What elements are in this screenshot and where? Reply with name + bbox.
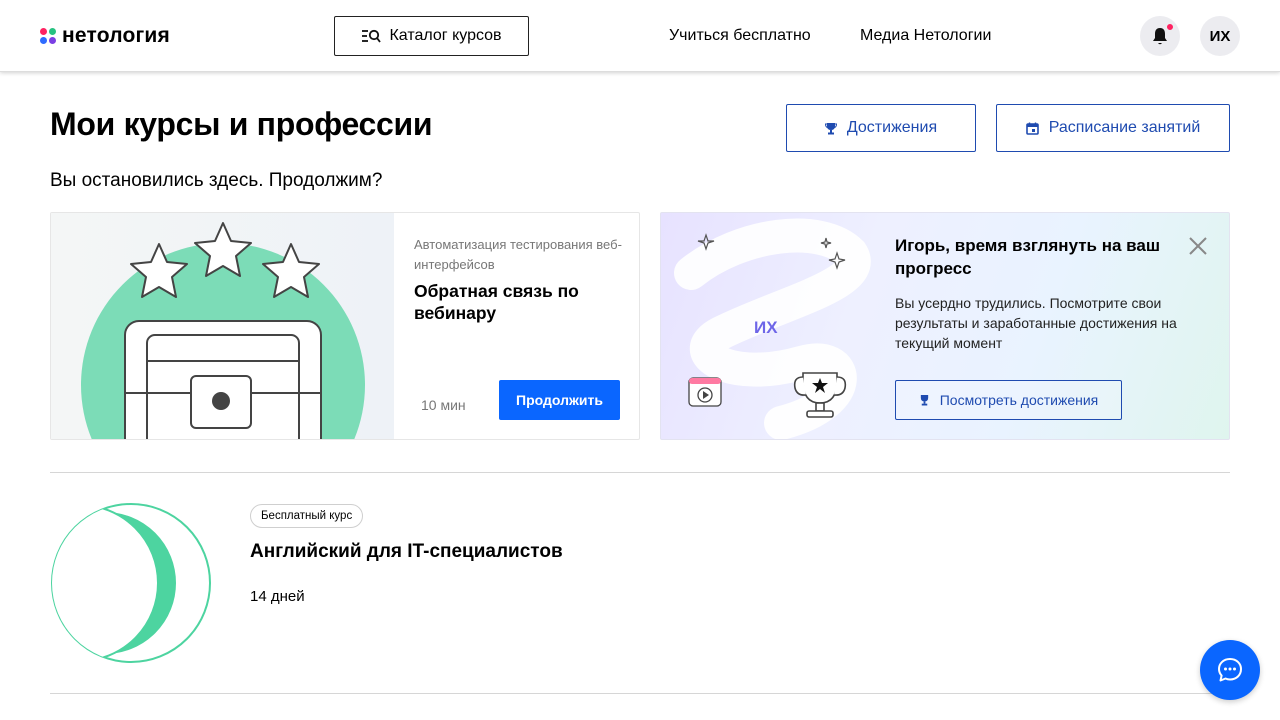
progress-description: Вы усердно трудились. Посмотрите свои ре… xyxy=(895,295,1177,351)
lesson-title: Обратная связь по вебинару xyxy=(414,281,579,323)
divider xyxy=(50,472,1230,473)
catalog-button[interactable]: Каталог курсов xyxy=(334,16,529,56)
user-avatar[interactable]: ИХ xyxy=(1200,16,1240,56)
notification-dot xyxy=(1165,22,1175,32)
logo-text: нетология xyxy=(62,24,170,47)
logo-mark-icon xyxy=(40,28,56,44)
chat-button[interactable] xyxy=(1200,640,1260,700)
treasure-chest-illustration xyxy=(51,213,394,439)
view-achievements-label: Посмотреть достижения xyxy=(939,392,1099,408)
progress-avatar-initials: ИХ xyxy=(754,318,778,337)
lesson-duration: 10 мин xyxy=(421,397,466,413)
continue-button[interactable]: Продолжить xyxy=(499,380,620,420)
progress-card: ИХ Игорь, время взглянуть на ваш прогрес… xyxy=(660,212,1230,440)
nav-learn-free[interactable]: Учиться бесплатно xyxy=(669,27,811,45)
site-header: нетология Каталог курсов Учиться бесплат… xyxy=(0,0,1280,72)
progress-title: Игорь, время взглянуть на ваш прогресс xyxy=(895,236,1161,278)
catalog-label: Каталог курсов xyxy=(389,27,502,44)
nav-media[interactable]: Медиа Нетологии xyxy=(860,27,991,45)
schedule-label: Расписание занятий xyxy=(1048,119,1201,136)
progress-illustration xyxy=(674,218,871,439)
trophy-icon xyxy=(920,394,928,406)
close-icon[interactable] xyxy=(1185,233,1211,259)
page-title: Мои курсы и профессии xyxy=(50,106,433,142)
divider xyxy=(50,693,1230,694)
course-illustration xyxy=(51,503,211,663)
schedule-button[interactable]: Расписание занятий xyxy=(996,104,1230,152)
calendar-icon xyxy=(1025,122,1039,135)
netology-logo[interactable]: нетология xyxy=(40,24,170,48)
notifications-button[interactable] xyxy=(1140,16,1180,56)
achievements-label: Достижения xyxy=(846,119,938,136)
course-title[interactable]: Английский для IT-специалистов xyxy=(250,541,563,563)
chat-icon xyxy=(1218,658,1242,682)
continue-subtitle: Вы остановились здесь. Продолжим? xyxy=(50,170,383,191)
course-category: Автоматизация тестирования веб-интерфейс… xyxy=(414,237,622,272)
catalog-search-icon xyxy=(362,29,382,43)
achievements-button[interactable]: Достижения xyxy=(786,104,976,152)
continue-lesson-card[interactable]: Автоматизация тестирования веб-интерфейс… xyxy=(50,212,640,440)
user-initials: ИХ xyxy=(1209,27,1231,45)
view-achievements-button[interactable]: Посмотреть достижения xyxy=(895,380,1122,420)
course-duration: 14 дней xyxy=(250,588,305,605)
trophy-icon xyxy=(824,122,837,134)
free-course-badge: Бесплатный курс xyxy=(250,504,364,528)
